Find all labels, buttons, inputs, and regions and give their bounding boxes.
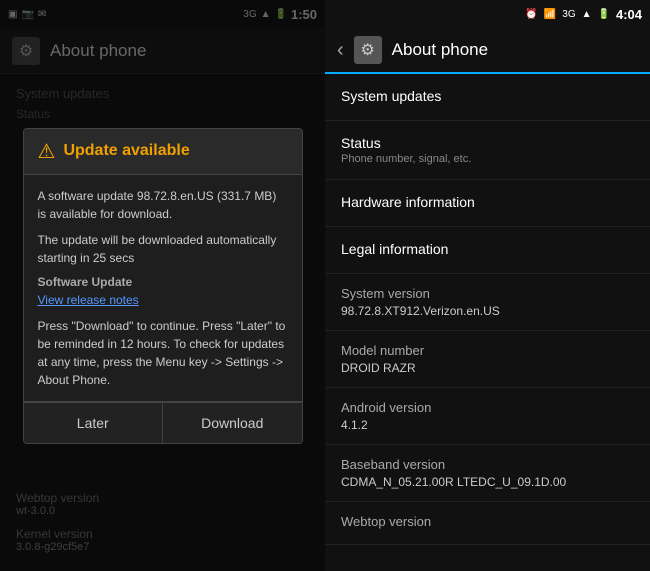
alarm-icon: ⏰ xyxy=(525,9,537,20)
right-panel: ⏰ 📶 3G ▲ 🔋 4:04 ‹ ⚙ About phone System u… xyxy=(325,0,650,571)
system-version-value: 98.72.8.XT912.Verizon.en.US xyxy=(341,304,634,318)
info-row-baseband: Baseband version CDMA_N_05.21.00R LTEDC_… xyxy=(325,445,650,502)
menu-item-title-legal: Legal information xyxy=(341,241,634,257)
signal-right: ▲ xyxy=(582,9,592,20)
baseband-value: CDMA_N_05.21.00R LTEDC_U_09.1D.00 xyxy=(341,475,634,489)
dialog-overlay: ⚠ Update available A software update 98.… xyxy=(0,0,325,571)
dialog-body: A software update 98.72.8.en.US (331.7 M… xyxy=(24,175,302,402)
menu-item-hardware[interactable]: Hardware information xyxy=(325,180,650,227)
update-dialog: ⚠ Update available A software update 98.… xyxy=(23,128,303,444)
warning-icon: ⚠ xyxy=(38,139,56,164)
model-value: DROID RAZR xyxy=(341,361,634,375)
android-value: 4.1.2 xyxy=(341,418,634,432)
info-row-webtop: Webtop version xyxy=(325,502,650,545)
dialog-title-bar: ⚠ Update available xyxy=(24,129,302,175)
menu-item-title-status: Status xyxy=(341,135,634,151)
model-label: Model number xyxy=(341,343,634,358)
download-button[interactable]: Download xyxy=(163,403,302,443)
android-label: Android version xyxy=(341,400,634,415)
battery-right: 🔋 xyxy=(598,9,610,20)
info-row-model: Model number DROID RAZR xyxy=(325,331,650,388)
menu-item-status[interactable]: Status Phone number, signal, etc. xyxy=(325,121,650,180)
dialog-title: Update available xyxy=(63,142,189,160)
menu-item-title-system-updates: System updates xyxy=(341,88,634,104)
dialog-instructions: Press "Download" to continue. Press "Lat… xyxy=(38,317,288,389)
header-bar-right: ‹ ⚙ About phone xyxy=(325,28,650,74)
webtop-right-label: Webtop version xyxy=(341,514,634,529)
header-title-right: About phone xyxy=(392,40,488,60)
dialog-message2: The update will be downloaded automatica… xyxy=(38,231,288,267)
back-arrow-icon[interactable]: ‹ xyxy=(337,39,344,62)
baseband-label: Baseband version xyxy=(341,457,634,472)
time-right: 4:04 xyxy=(616,7,642,22)
view-release-notes-link[interactable]: View release notes xyxy=(38,293,288,307)
dialog-message1: A software update 98.72.8.en.US (331.7 M… xyxy=(38,187,288,223)
menu-item-system-updates[interactable]: System updates xyxy=(325,74,650,121)
info-row-system-version: System version 98.72.8.XT912.Verizon.en.… xyxy=(325,274,650,331)
menu-item-legal[interactable]: Legal information xyxy=(325,227,650,274)
info-row-android: Android version 4.1.2 xyxy=(325,388,650,445)
right-content: System updates Status Phone number, sign… xyxy=(325,74,650,571)
network-right: 3G xyxy=(562,9,575,20)
software-update-label: Software Update xyxy=(38,275,288,289)
status-bar-right: ⏰ 📶 3G ▲ 🔋 4:04 xyxy=(325,0,650,28)
menu-item-sub-status: Phone number, signal, etc. xyxy=(341,153,634,165)
left-panel: ▣ 📷 ✉ 3G ▲ 🔋 1:50 ⚙ About phone System u… xyxy=(0,0,325,571)
wifi-icon: 📶 xyxy=(544,9,556,20)
system-version-label: System version xyxy=(341,286,634,301)
later-button[interactable]: Later xyxy=(24,403,164,443)
menu-item-title-hardware: Hardware information xyxy=(341,194,634,210)
gear-icon-right: ⚙ xyxy=(354,36,382,64)
dialog-buttons: Later Download xyxy=(24,402,302,443)
